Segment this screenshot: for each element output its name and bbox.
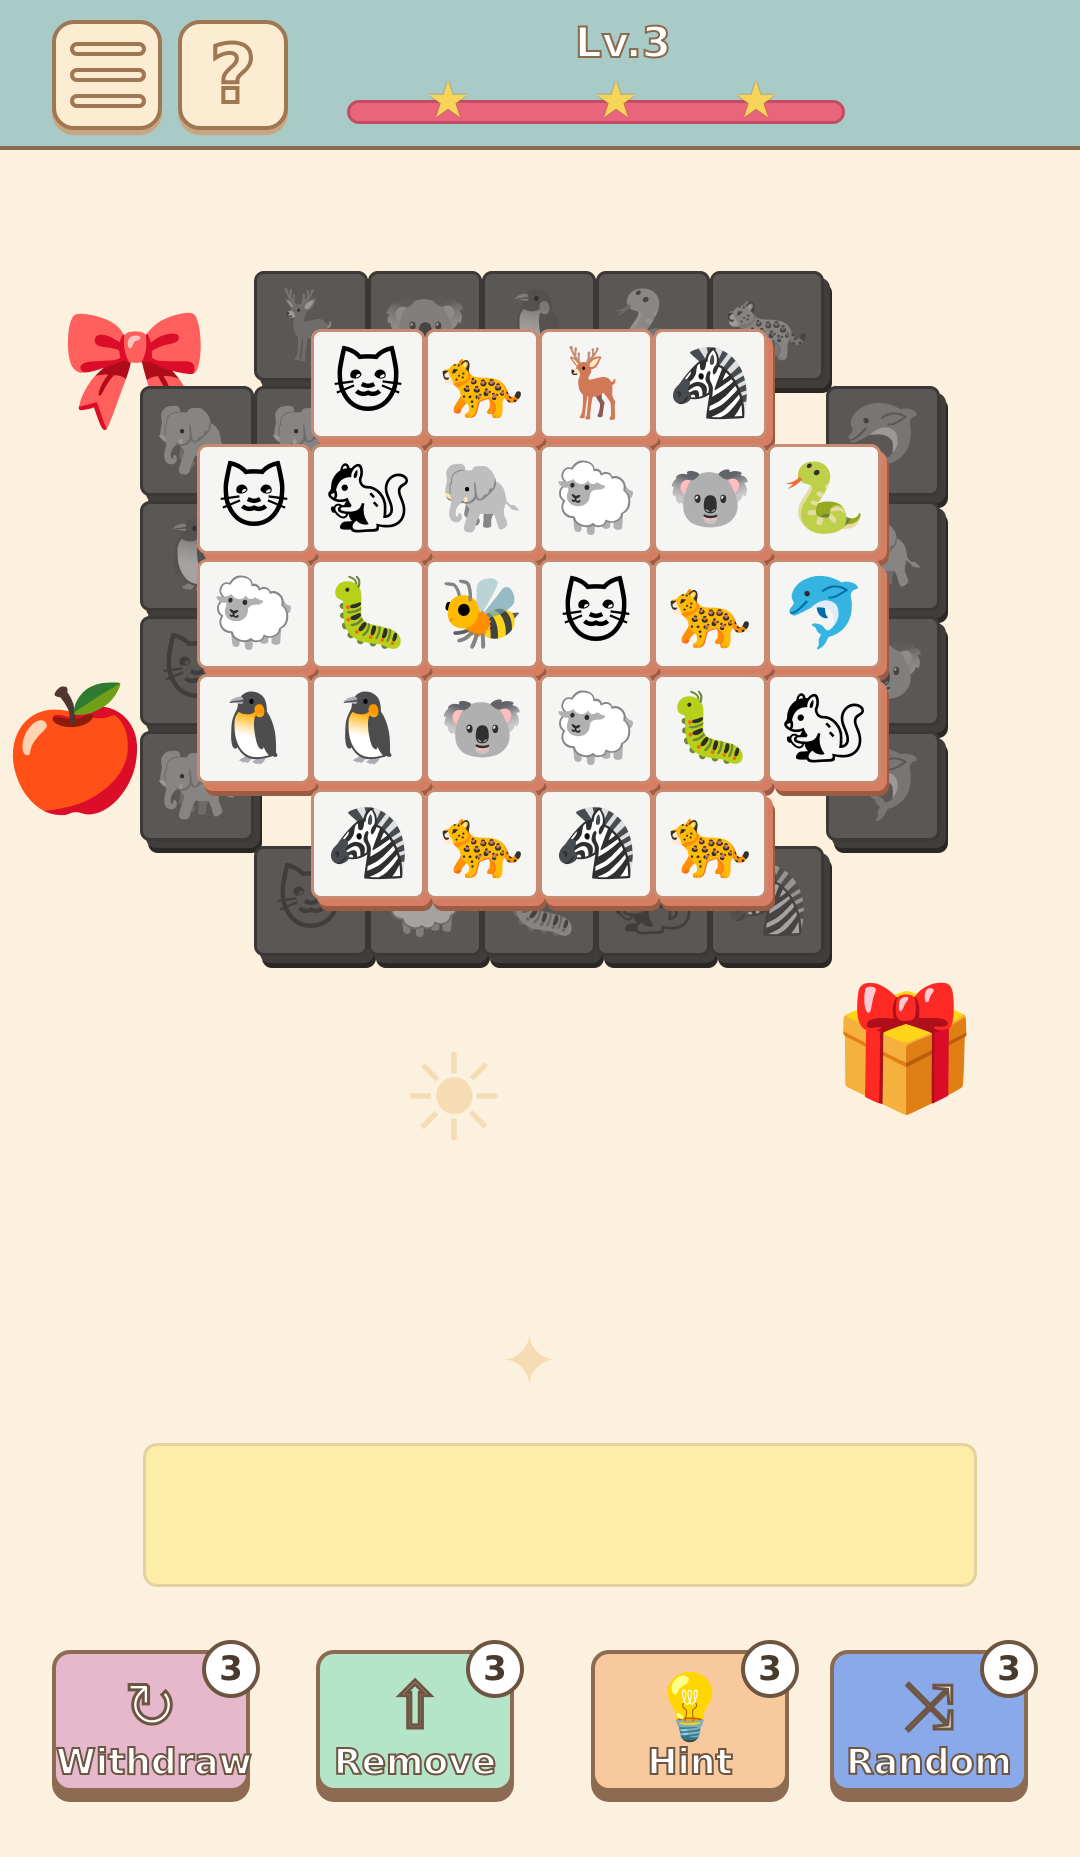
leopard-icon: 🐆 <box>667 574 753 653</box>
withdraw-label: Withdraw <box>55 1741 253 1784</box>
squirrel-icon: 🐿 <box>780 689 868 768</box>
tile-snake[interactable]: 🐍 <box>767 444 881 554</box>
remove-count-badge: 3 <box>466 1640 524 1698</box>
random-button[interactable]: ⤨ Random 3 <box>830 1640 1038 1792</box>
tile-zebra[interactable]: 🦓 <box>311 789 425 899</box>
tile-bee[interactable]: 🐝 <box>425 559 539 669</box>
penguin-icon: 🐧 <box>325 689 411 768</box>
tile-squirrel[interactable]: 🐿 <box>311 444 425 554</box>
tile-sheep[interactable]: 🐑 <box>539 444 653 554</box>
tile-board: 🦌 🐨 🐧 🐍 🐆 🐘 🐘 🐬 🐧 🐘 🐱 🐨 🐘 🐬 🐱 🐑 🐛 🐿 🦓 🐱 🐆 🦌 🦓 🐱 🐿 🐘 🐑 🐨 🐍 🐑 🐛 🐝 🐱 🐆 🐬 🐧 🐧 🐨 🐑 🐛… <box>0 0 1080 1000</box>
remove-button[interactable]: ⇧ Remove 3 <box>316 1640 524 1792</box>
withdraw-button[interactable]: ↻ Withdraw 3 <box>52 1640 260 1792</box>
squirrel-icon: 🐿 <box>324 459 412 538</box>
bee-icon: 🐝 <box>439 574 525 653</box>
snake-icon: 🐍 <box>781 459 867 538</box>
hint-count-badge: 3 <box>741 1640 799 1698</box>
tile-leopard[interactable]: 🐆 <box>653 559 767 669</box>
random-count-badge: 3 <box>980 1640 1038 1698</box>
cat-icon: 🐱 <box>218 459 290 538</box>
leopard-icon: 🐆 <box>439 804 525 883</box>
caterpillar-icon: 🐛 <box>667 689 753 768</box>
elephant-icon: 🐘 <box>439 459 525 538</box>
background-decoration: 🎁 <box>830 980 980 1119</box>
tile-elephant[interactable]: 🐘 <box>425 444 539 554</box>
tile-sheep[interactable]: 🐑 <box>197 559 311 669</box>
koala-icon: 🐨 <box>439 689 525 768</box>
background-decoration: ✦ <box>500 1320 559 1402</box>
zebra-icon: 🦓 <box>553 804 639 883</box>
tile-koala[interactable]: 🐨 <box>425 674 539 784</box>
cat-icon: 🐱 <box>560 574 632 653</box>
penguin-icon: 🐧 <box>211 689 297 768</box>
leopard-icon: 🐆 <box>439 344 525 423</box>
tile-squirrel[interactable]: 🐿 <box>767 674 881 784</box>
tile-penguin[interactable]: 🐧 <box>197 674 311 784</box>
tile-caterpillar[interactable]: 🐛 <box>311 559 425 669</box>
remove-label: Remove <box>333 1741 497 1784</box>
tile-deer[interactable]: 🦌 <box>539 329 653 439</box>
koala-icon: 🐨 <box>667 459 753 538</box>
dolphin-icon: 🐬 <box>781 574 867 653</box>
tile-cat[interactable]: 🐱 <box>311 329 425 439</box>
random-label: Random <box>845 1741 1013 1784</box>
leopard-icon: 🐆 <box>667 804 753 883</box>
tile-zebra[interactable]: 🦓 <box>653 329 767 439</box>
tile-zebra[interactable]: 🦓 <box>539 789 653 899</box>
tile-sheep[interactable]: 🐑 <box>539 674 653 784</box>
sheep-icon: 🐑 <box>553 689 639 768</box>
tile-leopard[interactable]: 🐆 <box>425 329 539 439</box>
tile-dolphin[interactable]: 🐬 <box>767 559 881 669</box>
background-decoration: ☀ <box>400 1030 508 1169</box>
tile-leopard[interactable]: 🐆 <box>653 789 767 899</box>
tile-caterpillar[interactable]: 🐛 <box>653 674 767 784</box>
cat-icon: 🐱 <box>332 344 404 423</box>
tile-cat[interactable]: 🐱 <box>539 559 653 669</box>
sheep-icon: 🐑 <box>211 574 297 653</box>
tile-tray <box>143 1443 977 1587</box>
tile-penguin[interactable]: 🐧 <box>311 674 425 784</box>
tile-koala[interactable]: 🐨 <box>653 444 767 554</box>
zebra-icon: 🦓 <box>667 344 753 423</box>
deer-icon: 🦌 <box>553 344 639 423</box>
zebra-icon: 🦓 <box>325 804 411 883</box>
caterpillar-icon: 🐛 <box>325 574 411 653</box>
sheep-icon: 🐑 <box>553 459 639 538</box>
tile-leopard[interactable]: 🐆 <box>425 789 539 899</box>
hint-label: Hint <box>646 1741 733 1784</box>
hint-button[interactable]: 💡 Hint 3 <box>591 1640 799 1792</box>
tile-cat[interactable]: 🐱 <box>197 444 311 554</box>
withdraw-count-badge: 3 <box>202 1640 260 1698</box>
